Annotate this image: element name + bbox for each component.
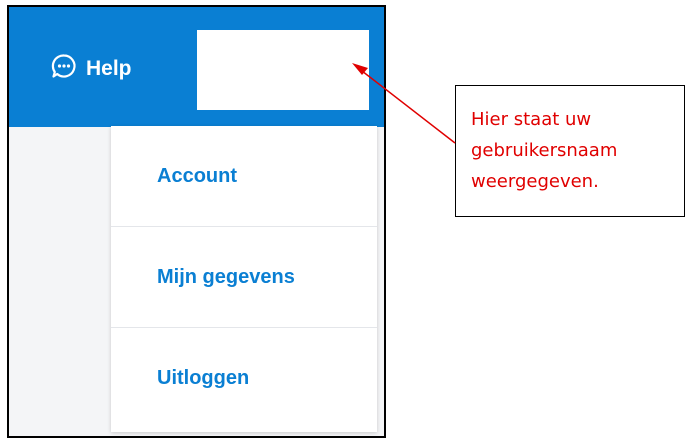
app-screenshot-frame: Help Account Mijn gegevens Uitloggen (7, 5, 386, 438)
help-label: Help (86, 57, 132, 80)
chat-bubble-icon (51, 53, 86, 85)
menu-item-account[interactable]: Account (111, 126, 377, 227)
annotation-line: Hier staat uw (471, 109, 592, 130)
annotation-line: gebruikersnaam (471, 140, 618, 161)
annotation-line: weergegeven. (471, 171, 599, 192)
username-display[interactable] (197, 30, 369, 110)
menu-item-uitloggen[interactable]: Uitloggen (111, 328, 377, 429)
menu-item-mijn-gegevens[interactable]: Mijn gegevens (111, 227, 377, 328)
top-bar: Help (9, 7, 384, 127)
user-dropdown-menu: Account Mijn gegevens Uitloggen (111, 126, 377, 432)
help-button[interactable]: Help (51, 51, 132, 87)
annotation-callout: Hier staat uw gebruikersnaam weergegeven… (455, 85, 685, 217)
